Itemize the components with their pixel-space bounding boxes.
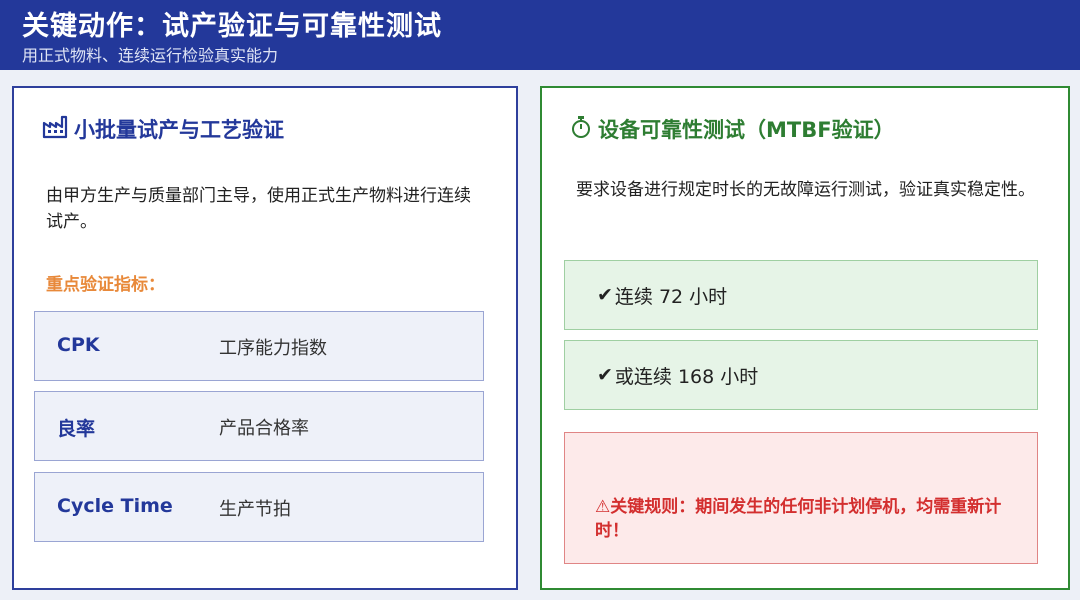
metric-value: 工序能力指数: [219, 338, 327, 359]
key-rule-label: 关键规则：期间发生的任何非计划停机，均需重新计时！: [595, 497, 1002, 541]
reliability-test-panel: 设备可靠性测试（MTBF验证） 要求设备进行规定时长的无故障运行测试，验证真实稳…: [540, 86, 1070, 590]
metric-row-cycle-time: Cycle Time 生产节拍: [34, 472, 484, 542]
metrics-label: 重点验证指标：: [46, 275, 165, 295]
reliability-test-description: 要求设备进行规定时长的无故障运行测试，验证真实稳定性。: [576, 180, 1035, 200]
metric-key: CPK: [57, 334, 100, 356]
trial-production-description: 由甲方生产与质量部门主导，使用正式生产物料进行连续试产。: [46, 186, 471, 232]
page-title: 关键动作：试产验证与可靠性测试: [22, 11, 442, 42]
check-icon: ✔: [597, 284, 613, 306]
page-header: 关键动作：试产验证与可靠性测试 用正式物料、连续运行检验真实能力: [0, 0, 1080, 70]
reliability-test-title: 设备可靠性测试（MTBF验证）: [570, 114, 895, 144]
reliability-test-title-text: 设备可靠性测试（MTBF验证）: [598, 118, 895, 142]
check-icon: ✔: [597, 364, 613, 386]
check-item-text: 或连续 168 小时: [614, 365, 759, 388]
metric-key: Cycle Time: [57, 495, 173, 517]
metric-row-cpk: CPK 工序能力指数: [34, 311, 484, 381]
trial-production-title-text: 小批量试产与工艺验证: [74, 118, 284, 142]
factory-icon: [42, 115, 68, 144]
key-rule-text: ⚠关键规则：期间发生的任何非计划停机，均需重新计时！: [595, 495, 1015, 543]
metric-value: 产品合格率: [219, 418, 309, 439]
trial-production-title: 小批量试产与工艺验证: [42, 114, 284, 144]
metric-value: 生产节拍: [219, 499, 291, 520]
key-rule-alert: ⚠关键规则：期间发生的任何非计划停机，均需重新计时！: [564, 432, 1038, 564]
metric-row-yield: 良率 产品合格率: [34, 391, 484, 461]
warning-icon: ⚠: [595, 497, 611, 517]
trial-production-panel: 小批量试产与工艺验证 由甲方生产与质量部门主导，使用正式生产物料进行连续试产。 …: [12, 86, 518, 590]
check-item-72h: ✔ 连续 72 小时: [564, 260, 1038, 330]
check-item-text: 连续 72 小时: [614, 285, 728, 308]
stopwatch-icon: [570, 115, 592, 144]
check-item-168h: ✔ 或连续 168 小时: [564, 340, 1038, 410]
metric-key: 良率: [57, 418, 96, 440]
page-subtitle: 用正式物料、连续运行检验真实能力: [22, 46, 279, 65]
